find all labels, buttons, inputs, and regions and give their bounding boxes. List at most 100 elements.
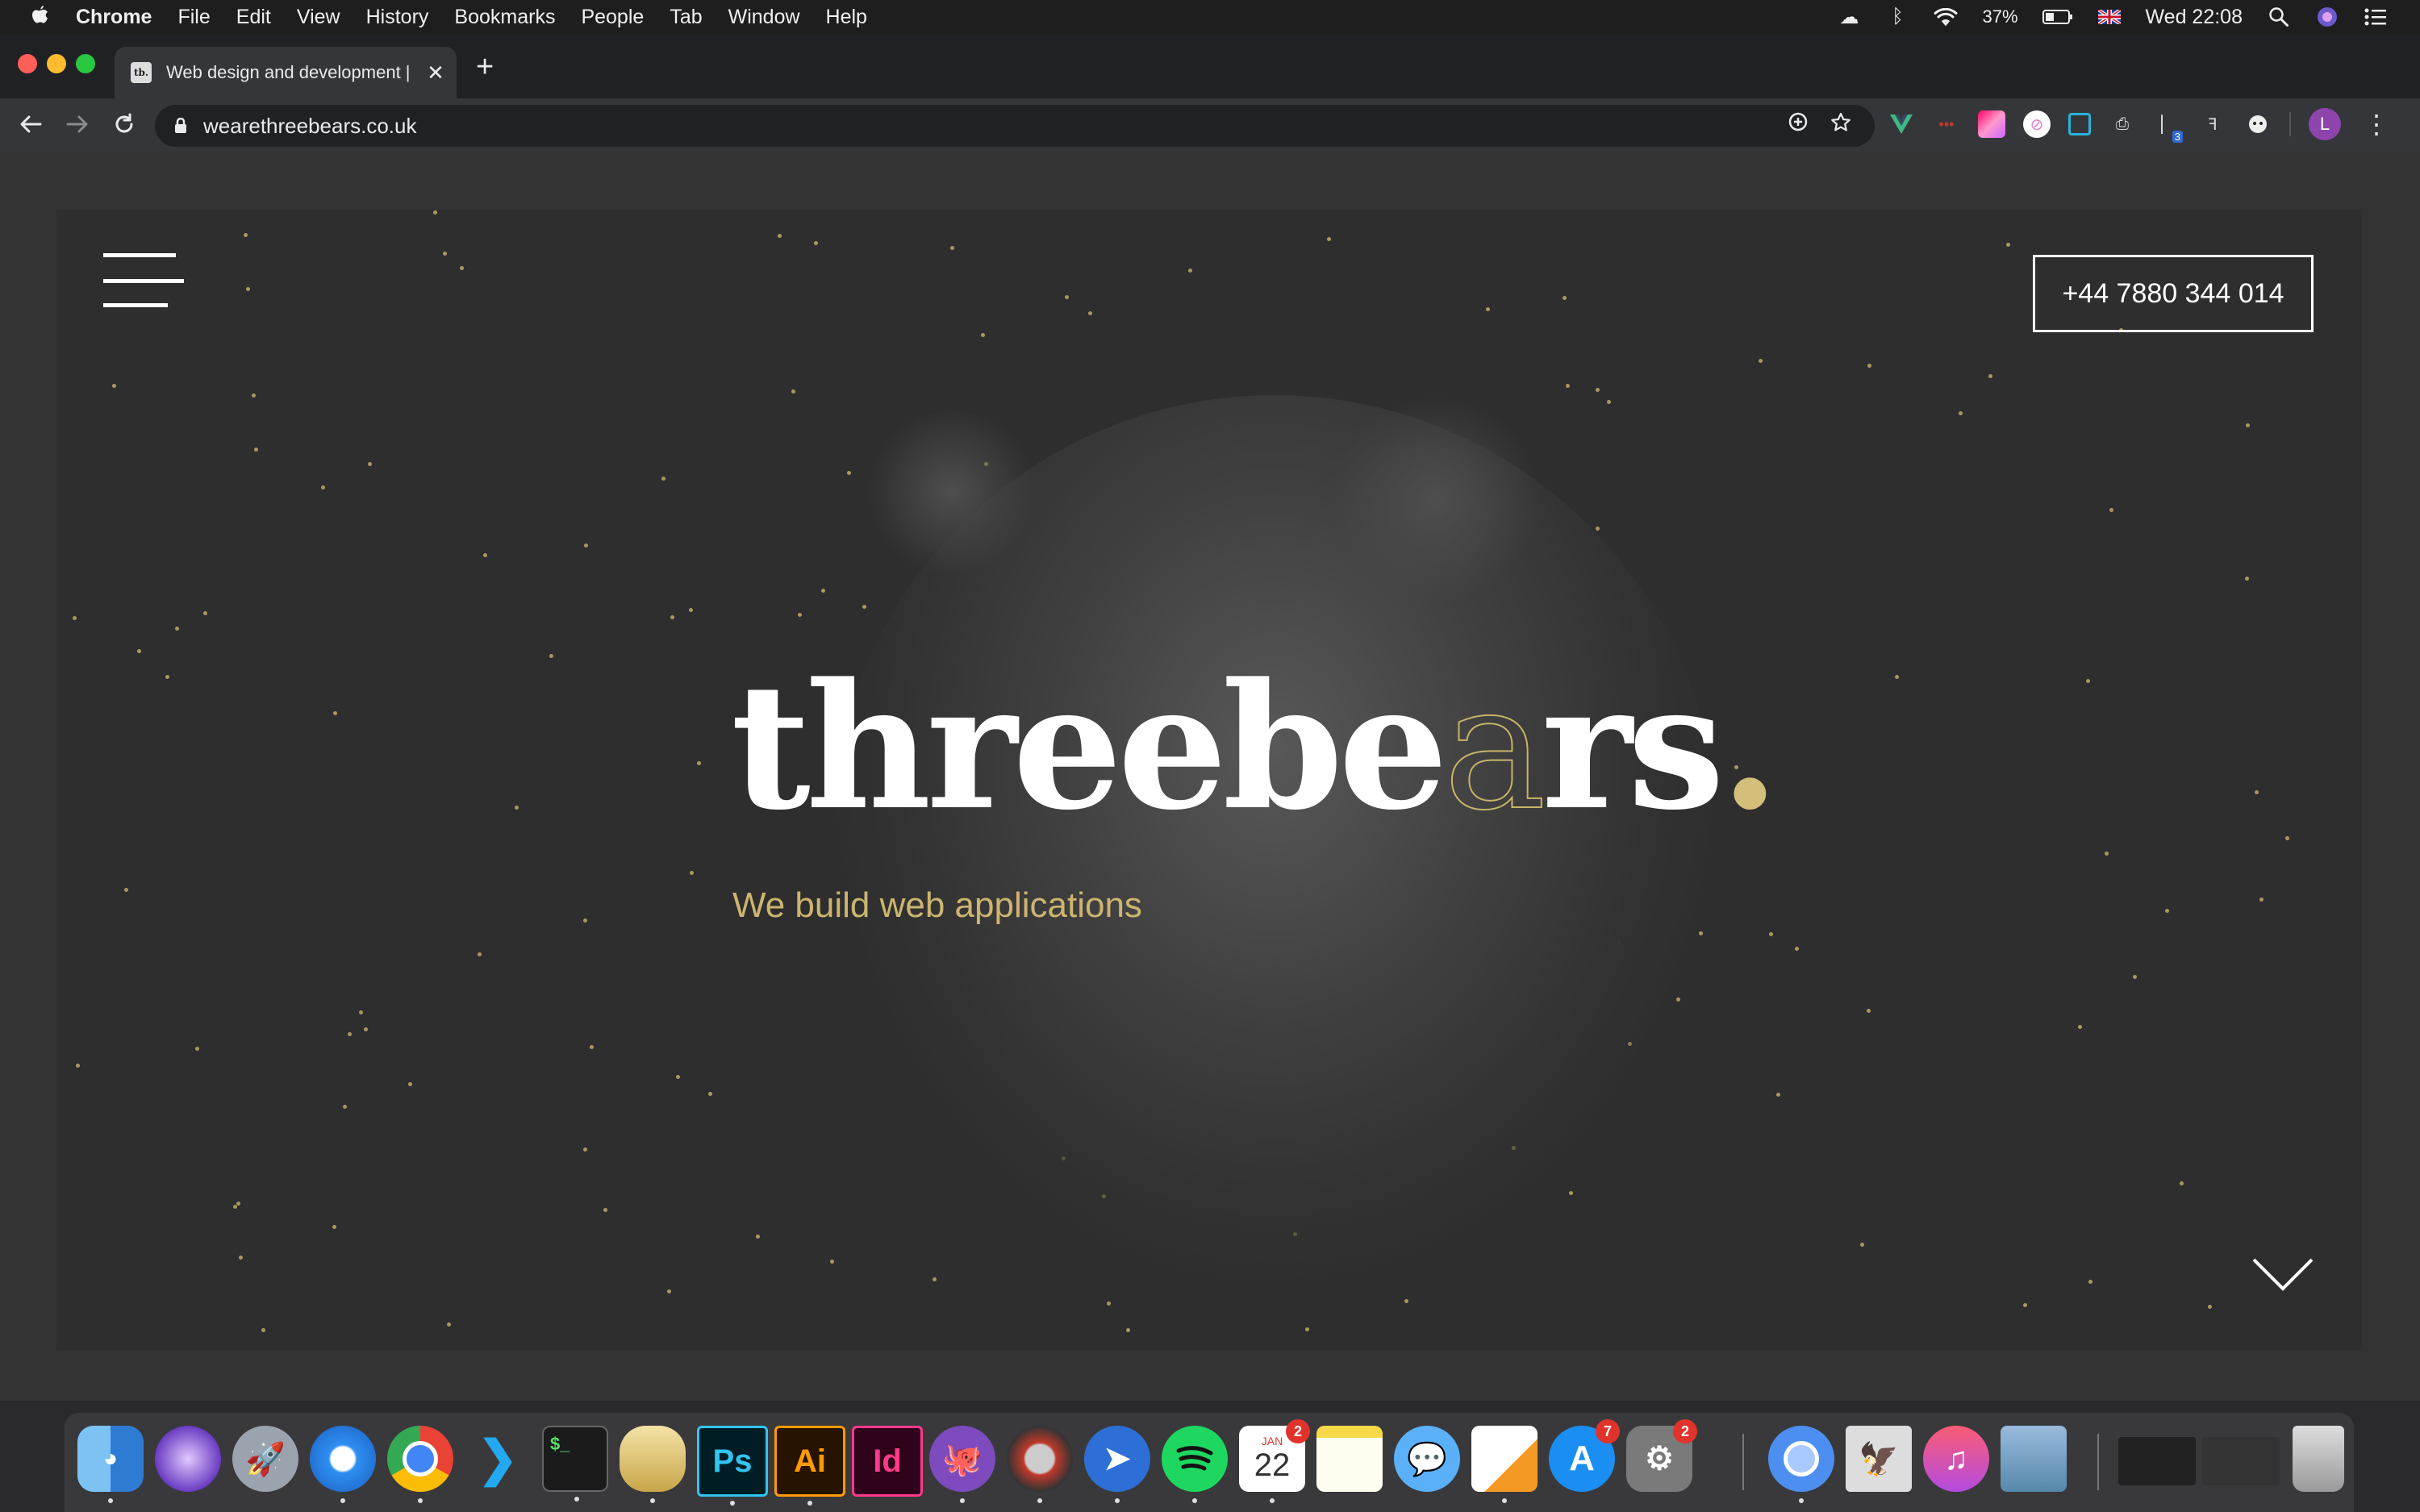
star-dot: [478, 952, 482, 956]
install-app-icon[interactable]: [1788, 111, 1809, 140]
star-dot: [2006, 243, 2010, 247]
profile-avatar[interactable]: L: [2309, 108, 2341, 140]
bluetooth-icon[interactable]: ᛒ: [1885, 5, 1909, 29]
vue-devtools-extension-icon[interactable]: [1888, 110, 1915, 138]
ghostery-extension-icon[interactable]: [2244, 110, 2272, 138]
star-dot: [443, 252, 447, 256]
window-thumbnail-icon[interactable]: [2202, 1437, 2280, 1485]
siri-icon[interactable]: [155, 1426, 221, 1492]
safari-icon[interactable]: [310, 1426, 376, 1503]
menu-window[interactable]: Window: [728, 6, 800, 29]
wifi-icon[interactable]: [1934, 5, 1958, 29]
notes-icon[interactable]: [1316, 1426, 1383, 1492]
back-button[interactable]: [15, 108, 47, 140]
illustrator-icon[interactable]: Ai: [774, 1426, 845, 1506]
menu-help[interactable]: Help: [826, 6, 867, 29]
screenshot-extension-icon[interactable]: [2068, 113, 2091, 135]
printer-extension-icon[interactable]: ⎙: [2109, 110, 2136, 138]
star-dot: [778, 234, 782, 238]
trash-icon[interactable]: [2293, 1426, 2344, 1492]
notification-center-icon[interactable]: [2364, 5, 2388, 29]
star-dot: [321, 485, 325, 489]
star-dot: [1895, 675, 1899, 679]
pages-icon[interactable]: [1471, 1426, 1538, 1503]
menubar-clock[interactable]: Wed 22:08: [2146, 6, 2243, 29]
whatfont-extension-icon[interactable]: ꟻ: [2199, 110, 2226, 138]
siri-icon[interactable]: [2315, 5, 2339, 29]
terminal-prompt-label: $_: [550, 1434, 570, 1454]
window-close-button[interactable]: [18, 54, 37, 73]
indesign-icon[interactable]: Id: [852, 1426, 923, 1497]
photoshop-icon[interactable]: Ps: [697, 1426, 768, 1506]
star-dot: [1065, 295, 1069, 299]
ruler-extension-icon[interactable]: ▏ 3: [2154, 110, 2183, 143]
star-dot: [73, 616, 77, 620]
star-dot: [670, 615, 674, 619]
tab-close-icon[interactable]: ✕: [424, 60, 447, 85]
messages-icon[interactable]: 💬: [1394, 1426, 1460, 1492]
star-dot: [2133, 975, 2137, 979]
sequel-pro-icon[interactable]: [620, 1426, 686, 1503]
toggl-extension-icon[interactable]: ⊘: [2023, 110, 2051, 138]
bookmark-star-icon[interactable]: [1830, 111, 1852, 140]
finder-icon[interactable]: ◕: [77, 1426, 144, 1503]
url-text[interactable]: wearethreebears.co.uk: [203, 114, 416, 139]
github-desktop-icon[interactable]: 🐙: [929, 1426, 995, 1503]
menu-file[interactable]: File: [177, 6, 210, 29]
star-dot: [1569, 1191, 1573, 1195]
system-preferences-icon[interactable]: ⚙ 2: [1626, 1419, 1697, 1492]
star-dot: [798, 613, 802, 617]
image-viewer-icon[interactable]: [2001, 1426, 2067, 1492]
app-store-icon[interactable]: A7: [1549, 1419, 1620, 1492]
menu-bookmarks[interactable]: Bookmarks: [454, 6, 555, 29]
menu-view[interactable]: View: [297, 6, 340, 29]
creative-cloud-icon[interactable]: ☁: [1837, 5, 1861, 29]
star-dot: [1959, 411, 1963, 415]
preview-icon[interactable]: 🦅: [1846, 1426, 1912, 1492]
address-bar[interactable]: wearethreebears.co.uk: [155, 105, 1875, 147]
star-dot: [950, 246, 954, 250]
star-dot: [2109, 508, 2113, 512]
menu-app-chrome[interactable]: Chrome: [76, 6, 152, 29]
spotlight-search-icon[interactable]: [2267, 5, 2291, 29]
star-dot: [708, 1092, 712, 1096]
battery-icon[interactable]: [2042, 5, 2073, 29]
phone-number-button[interactable]: +44 7880 344 014: [2033, 255, 2314, 332]
menu-edit[interactable]: Edit: [236, 6, 271, 29]
star-dot: [689, 608, 693, 612]
browser-tab-active[interactable]: tb. Web design and development | ✕: [115, 47, 457, 98]
forward-button[interactable]: [61, 108, 94, 140]
itunes-icon[interactable]: ♫: [1923, 1426, 1989, 1492]
star-dot: [2086, 679, 2090, 683]
new-tab-button[interactable]: +: [476, 50, 494, 85]
star-dot: [1867, 1009, 1871, 1013]
illustrator-label: Ai: [794, 1443, 826, 1479]
scroll-down-chevron-icon[interactable]: [2251, 1255, 2315, 1295]
hamburger-menu-icon[interactable]: [103, 253, 184, 310]
window-thumbnail-icon[interactable]: [2118, 1437, 2196, 1485]
spark-icon[interactable]: ➤: [1084, 1426, 1150, 1503]
lastpass-extension-icon[interactable]: •••: [1933, 110, 1960, 138]
menu-people[interactable]: People: [581, 6, 644, 29]
vscode-icon[interactable]: ❯: [465, 1426, 531, 1492]
window-zoom-button[interactable]: [76, 54, 95, 73]
reload-button[interactable]: [108, 108, 140, 140]
calendar-icon[interactable]: JAN 22 2: [1239, 1419, 1310, 1503]
launchpad-icon[interactable]: 🚀: [232, 1426, 298, 1492]
lock-icon[interactable]: [174, 117, 187, 134]
star-dot: [862, 605, 866, 609]
star-dot: [2245, 577, 2249, 581]
chromium-icon[interactable]: [1768, 1426, 1834, 1503]
time-machine-icon[interactable]: [1007, 1426, 1073, 1503]
window-minimize-button[interactable]: [47, 54, 66, 73]
chrome-icon[interactable]: [387, 1426, 453, 1503]
chrome-menu-icon[interactable]: ⋮: [2364, 109, 2389, 140]
apple-menu-icon[interactable]: [29, 4, 52, 30]
spotify-icon[interactable]: [1162, 1426, 1228, 1503]
terminal-icon[interactable]: $_: [542, 1426, 608, 1502]
input-source-uk-flag-icon[interactable]: [2097, 5, 2122, 29]
color-picker-extension-icon[interactable]: [1978, 110, 2005, 138]
menu-tab[interactable]: Tab: [670, 6, 702, 29]
star-dot: [244, 233, 248, 237]
menu-history[interactable]: History: [366, 6, 429, 29]
